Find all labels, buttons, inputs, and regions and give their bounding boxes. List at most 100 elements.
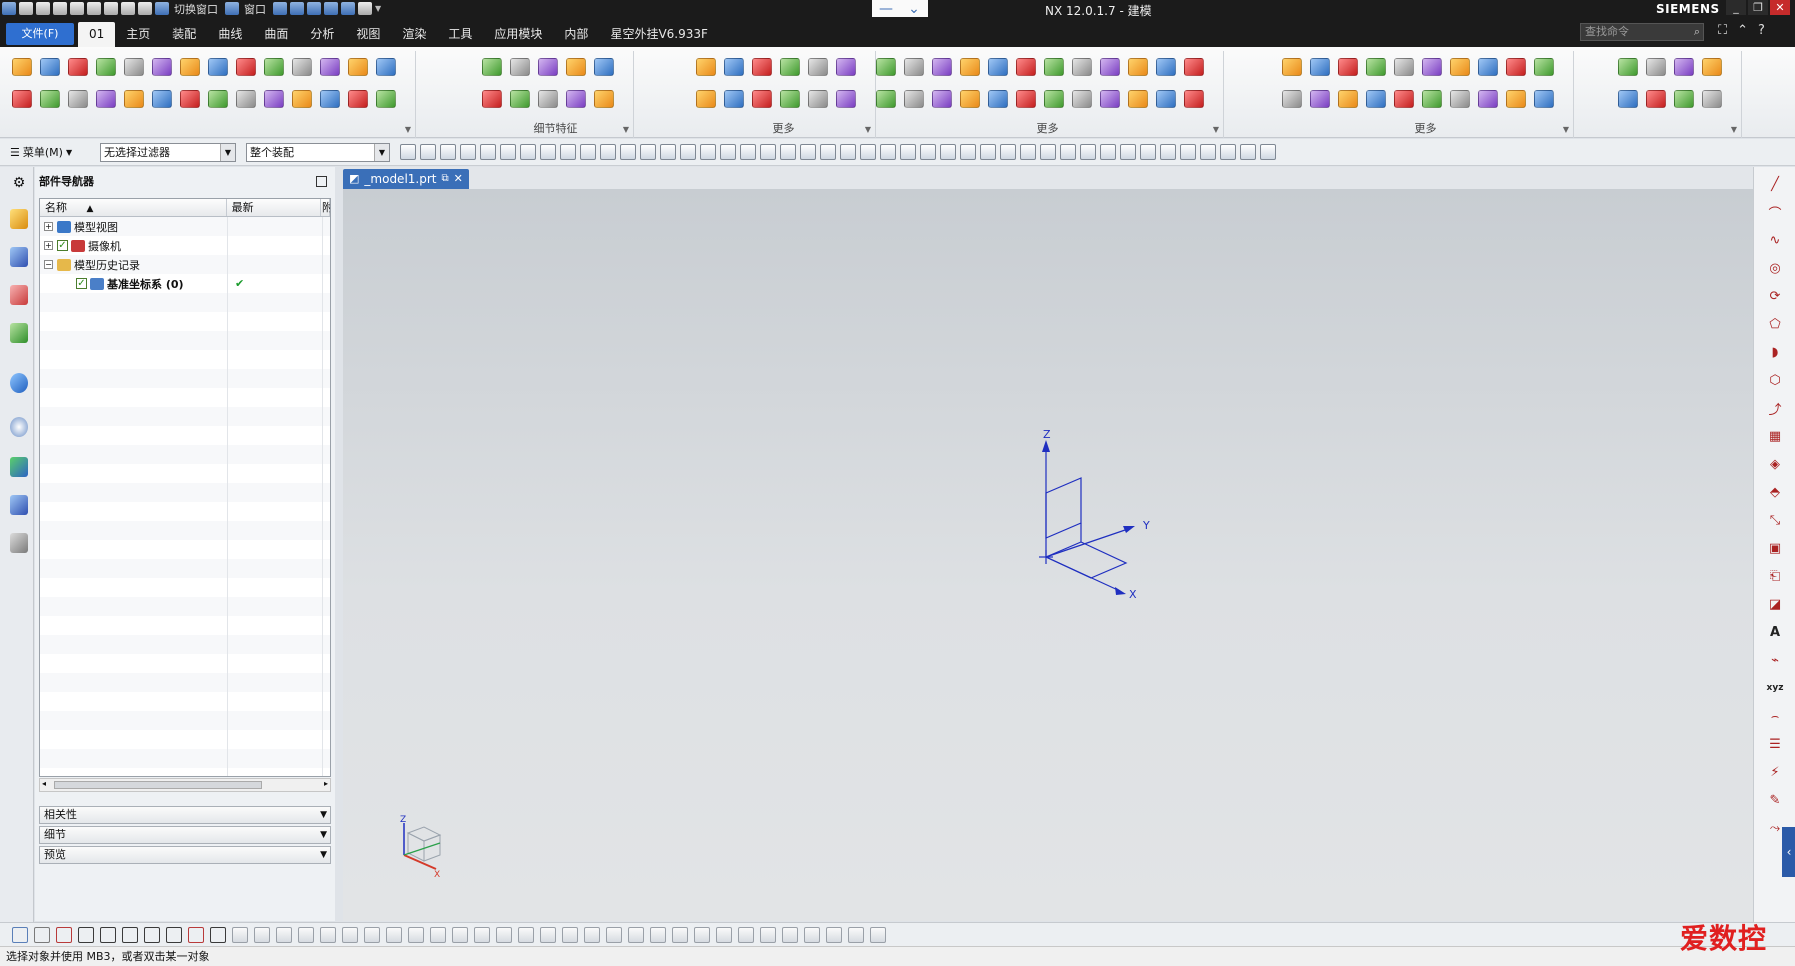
ribbon-command-icon[interactable] [804,51,832,83]
sketch-tool-icon[interactable] [474,927,490,943]
snap-tool-icon[interactable] [820,144,836,160]
ribbon-command-icon[interactable] [120,51,148,83]
snap-tool-icon[interactable] [800,144,816,160]
ribbon-command-icon[interactable] [1096,83,1124,115]
ribbon-command-icon[interactable] [1502,51,1530,83]
customize-chevron-icon[interactable]: ▼ [375,4,381,13]
snap-tool-icon[interactable] [560,144,576,160]
scroll-left-icon[interactable]: ◂ [42,779,46,788]
visibility-checkbox[interactable]: ✓ [76,278,87,289]
right-tool-icon[interactable]: ☰ [1764,733,1786,755]
ribbon-command-icon[interactable] [1306,51,1334,83]
ribbon-command-icon[interactable] [36,51,64,83]
ribbon-command-icon[interactable] [534,83,562,115]
tab-3[interactable]: 曲线 [207,22,253,47]
ribbon-command-icon[interactable] [1068,83,1096,115]
snap-tool-icon[interactable] [640,144,656,160]
scrollbar-thumb[interactable] [54,781,262,789]
tab-6[interactable]: 视图 [345,22,391,47]
switch-window-button[interactable]: 切换窗口 [174,1,218,17]
scroll-right-icon[interactable]: ▸ [324,779,328,788]
ribbon-command-icon[interactable] [1096,51,1124,83]
system-materials-icon[interactable] [8,455,30,479]
expand-icon[interactable]: + [44,241,53,250]
copy-icon[interactable] [87,2,101,15]
right-tool-icon[interactable]: ◈ [1764,453,1786,475]
group-more-chevron-icon[interactable]: ▼ [405,125,411,134]
sketch-tool-icon[interactable] [166,927,182,943]
sketch-tool-icon[interactable] [34,927,50,943]
repeat-command-icon[interactable] [121,2,135,15]
collapse-ribbon-icon[interactable]: ⌃ [1737,23,1748,38]
ribbon-command-icon[interactable] [1530,51,1558,83]
snap-tool-icon[interactable] [720,144,736,160]
sketch-tool-icon[interactable] [782,927,798,943]
sketch-tool-icon[interactable] [188,927,204,943]
file-menu-button[interactable]: 文件(F) [6,23,74,45]
ribbon-command-icon[interactable] [804,83,832,115]
snap-tool-icon[interactable] [680,144,696,160]
snap-tool-icon[interactable] [1180,144,1196,160]
fullscreen-icon[interactable]: ⛶ [1718,23,1727,38]
group-more-chevron-icon[interactable]: ▼ [865,125,871,134]
ribbon-command-icon[interactable] [478,83,506,115]
ribbon-command-icon[interactable] [1306,83,1334,115]
right-tool-icon[interactable]: ⤴ [1764,397,1786,419]
sketch-tool-icon[interactable] [144,927,160,943]
tab-11[interactable]: 星空外挂V6.933F [599,22,718,47]
ribbon-command-icon[interactable] [1502,83,1530,115]
roles-icon[interactable] [8,531,30,555]
snap-tool-icon[interactable] [460,144,476,160]
sketch-tool-icon[interactable] [342,927,358,943]
right-tool-icon[interactable]: ◪ [1764,593,1786,615]
selection-scope-select[interactable]: 整个装配 ▼ [246,143,390,162]
ribbon-command-icon[interactable] [562,83,590,115]
snap-tool-icon[interactable] [1060,144,1076,160]
ribbon-command-icon[interactable] [148,83,176,115]
ribbon-command-icon[interactable] [1334,51,1362,83]
pin-icon[interactable] [358,2,372,15]
group-more-chevron-icon[interactable]: ▼ [1213,125,1219,134]
sketch-tool-icon[interactable] [276,927,292,943]
ribbon-command-icon[interactable] [1446,83,1474,115]
ribbon-command-icon[interactable] [36,83,64,115]
paste-icon[interactable] [104,2,118,15]
right-tool-icon[interactable]: ⌁ [1764,649,1786,671]
subpanel-2[interactable]: 预览 ▼ [39,846,331,864]
ribbon-command-icon[interactable] [506,51,534,83]
snap-tool-icon[interactable] [440,144,456,160]
ribbon-command-icon[interactable] [1152,51,1180,83]
tab-9[interactable]: 应用模块 [483,22,553,47]
ribbon-command-icon[interactable] [372,51,400,83]
sketch-tool-icon[interactable] [650,927,666,943]
part-navigator-icon[interactable] [8,283,30,307]
group-more-chevron-icon[interactable]: ▼ [1731,125,1737,134]
history-icon[interactable] [8,415,30,439]
sketch-tool-icon[interactable] [430,927,446,943]
ribbon-command-icon[interactable] [832,83,860,115]
snap-tool-icon[interactable] [1140,144,1156,160]
right-tool-icon[interactable]: ⚡ [1764,761,1786,783]
right-tool-icon[interactable]: ▦ [1764,425,1786,447]
snap-tool-icon[interactable] [1100,144,1116,160]
tab-8[interactable]: 工具 [437,22,483,47]
sketch-tool-icon[interactable] [320,927,336,943]
reuse-library-icon[interactable] [8,321,30,345]
ribbon-command-icon[interactable] [8,51,36,83]
ribbon-command-icon[interactable] [64,51,92,83]
tab-4[interactable]: 曲面 [253,22,299,47]
ribbon-command-icon[interactable] [928,83,956,115]
sketch-tool-icon[interactable] [496,927,512,943]
snap-tool-icon[interactable] [760,144,776,160]
ribbon-command-icon[interactable] [928,51,956,83]
xy-plane[interactable] [1044,541,1128,579]
ribbon-command-icon[interactable] [1278,51,1306,83]
ribbon-command-icon[interactable] [316,51,344,83]
tab-2[interactable]: 装配 [161,22,207,47]
ribbon-command-icon[interactable] [120,83,148,115]
tree-row[interactable]: − 模型历史记录 [40,255,330,274]
ribbon-command-icon[interactable] [1698,51,1726,83]
sketch-tool-icon[interactable] [694,927,710,943]
tree-row[interactable]: + 模型视图 [40,217,330,236]
minimize-icon[interactable]: _ [1726,0,1746,15]
